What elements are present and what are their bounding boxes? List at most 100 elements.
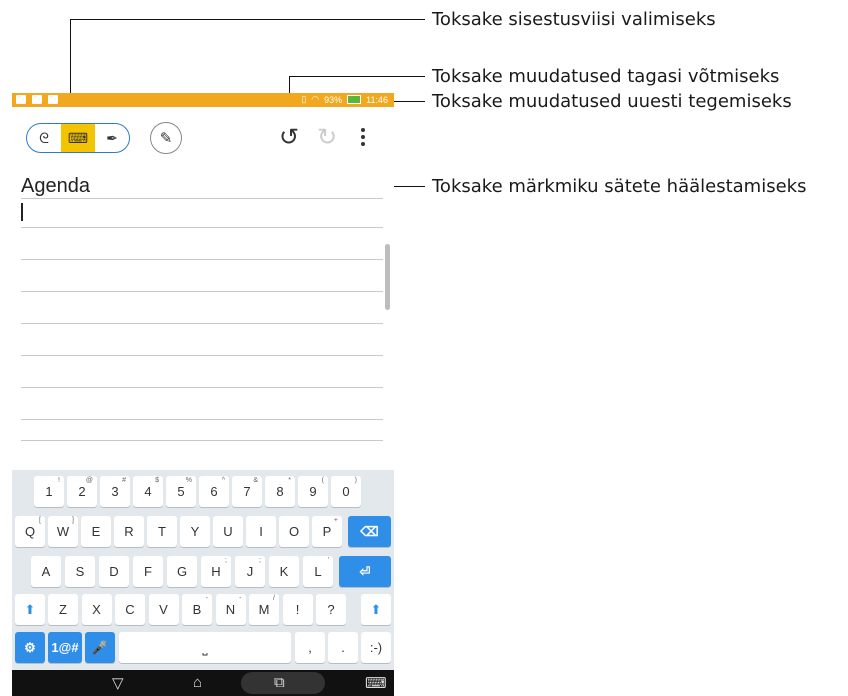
comma-key[interactable]: , <box>295 632 325 663</box>
key-x[interactable]: X <box>81 594 112 625</box>
vibrate-icon: ▯ <box>301 94 307 104</box>
menu-dot-icon <box>361 128 365 132</box>
note-line <box>21 259 383 260</box>
key-?[interactable]: ? <box>316 594 346 625</box>
backspace-key[interactable]: ⌫ <box>348 516 391 547</box>
key-t[interactable]: T <box>147 516 177 547</box>
recents-icon[interactable]: ⧉ <box>274 674 285 691</box>
text-cursor <box>21 203 23 221</box>
key-q[interactable]: Q[ <box>15 516 45 547</box>
keyboard-row-zxcv: ⬆ Z X C V B - N - M /!? ⬆ <box>12 594 394 634</box>
key-label: S <box>75 564 85 579</box>
key-hint: + <box>333 517 338 524</box>
status-icons: ▯ ◠ 93% 11:46 <box>301 94 388 105</box>
key-0[interactable]: 0) <box>331 476 361 507</box>
key-label: R <box>124 524 134 539</box>
key-label: T <box>158 524 166 539</box>
scrollbar[interactable] <box>385 244 390 310</box>
redo-button[interactable]: ↻ <box>313 123 341 151</box>
key-7[interactable]: 7 & <box>232 476 262 507</box>
key-f[interactable]: F <box>133 556 163 587</box>
key-label: 1 <box>45 484 53 499</box>
shift-key-left[interactable]: ⬆ <box>15 594 45 625</box>
smiley-key[interactable]: :-) <box>361 632 391 663</box>
key-6[interactable]: 6 ^ <box>199 476 229 507</box>
key-o[interactable]: O <box>279 516 309 547</box>
undo-button[interactable]: ↺ <box>275 123 303 151</box>
key-h[interactable]: H; <box>201 556 231 587</box>
key-e[interactable]: E <box>81 516 111 547</box>
key-label: E <box>91 524 101 539</box>
keyboard-switch-icon[interactable]: ⌨ <box>365 674 387 692</box>
enter-key[interactable]: ⏎ <box>339 556 391 587</box>
key-9[interactable]: 9( <box>298 476 328 507</box>
key-k[interactable]: K <box>269 556 299 587</box>
cloud-icon <box>32 95 42 104</box>
shift-key-right[interactable]: ⬆ <box>361 594 391 625</box>
key-p[interactable]: P + <box>312 516 342 547</box>
key-c[interactable]: C <box>115 594 145 625</box>
note-page[interactable]: Agenda <box>12 169 394 464</box>
key-label: 5 <box>177 484 185 499</box>
key-label: 8 <box>276 484 284 499</box>
key-s[interactable]: S <box>65 556 95 587</box>
key-![interactable]: ! <box>282 594 313 625</box>
key-z[interactable]: Z <box>48 594 78 625</box>
key-y[interactable]: Y <box>180 516 210 547</box>
key-r[interactable]: R <box>114 516 144 547</box>
key-8[interactable]: 8 * <box>265 476 295 507</box>
key-hint: ^ <box>221 477 225 484</box>
key-label: D <box>109 564 119 579</box>
key-label: N <box>225 602 236 617</box>
space-key[interactable]: ⎵ <box>119 632 291 663</box>
home-icon[interactable]: ⌂ <box>193 674 202 691</box>
key-hint: ) <box>354 477 357 484</box>
period-key[interactable]: . <box>328 632 358 663</box>
menu-dot-icon <box>361 135 365 139</box>
key-3[interactable]: 3 # <box>100 476 130 507</box>
keyboard-mode-button[interactable]: ⌨ <box>61 124 95 152</box>
callout-settings: Toksake märkmiku sätete häälestamiseks <box>432 176 807 197</box>
key-l[interactable]: L ' <box>303 556 333 587</box>
key-u[interactable]: U <box>213 516 243 547</box>
keyboard-settings-key[interactable]: ⚙ <box>15 632 45 663</box>
microphone-key[interactable]: 🎤 <box>85 632 115 663</box>
note-line <box>21 355 383 356</box>
key-n[interactable]: N- <box>215 594 246 625</box>
key-label: O <box>288 524 300 539</box>
key-w[interactable]: W] <box>48 516 78 547</box>
callout-line <box>289 76 425 77</box>
key-1[interactable]: 1! <box>34 476 64 507</box>
key-hint: % <box>185 477 192 484</box>
key-label: Y <box>190 524 200 539</box>
key-j[interactable]: J; <box>235 556 265 587</box>
key-hint: * <box>288 477 291 484</box>
wifi-icon: ◠ <box>311 94 320 104</box>
key-g[interactable]: G <box>167 556 197 587</box>
handwriting-mode-button[interactable]: ᘓ <box>27 124 61 152</box>
more-options-button[interactable] <box>352 123 374 151</box>
key-hint: / <box>273 595 275 602</box>
edit-pen-button[interactable]: ✎ <box>150 122 182 154</box>
key-2[interactable]: 2 @ <box>67 476 97 507</box>
key-label: X <box>92 602 101 617</box>
clock: 11:46 <box>366 94 388 105</box>
key-v[interactable]: V <box>148 594 179 625</box>
key-i[interactable]: I <box>246 516 276 547</box>
key-5[interactable]: 5% <box>166 476 196 507</box>
keyboard-row-asdf: A S D F G H; J; K L ' ⏎ <box>12 556 394 596</box>
key-4[interactable]: 4 $ <box>133 476 163 507</box>
key-hint: ; <box>259 557 261 564</box>
key-b[interactable]: B- <box>182 594 212 625</box>
pen-mode-button[interactable]: ✒ <box>95 124 129 152</box>
note-line <box>21 323 383 324</box>
back-icon[interactable]: ▽ <box>112 674 124 692</box>
key-hint: # <box>122 477 126 484</box>
key-a[interactable]: A <box>31 556 61 587</box>
key-hint: ( <box>321 477 324 484</box>
key-m[interactable]: M / <box>249 594 279 625</box>
key-d[interactable]: D <box>99 556 129 587</box>
key-label: 3 <box>111 484 119 499</box>
symbols-key[interactable]: 1@# <box>48 632 82 663</box>
callout-undo: Toksake muudatused tagasi võtmiseks <box>432 66 780 87</box>
